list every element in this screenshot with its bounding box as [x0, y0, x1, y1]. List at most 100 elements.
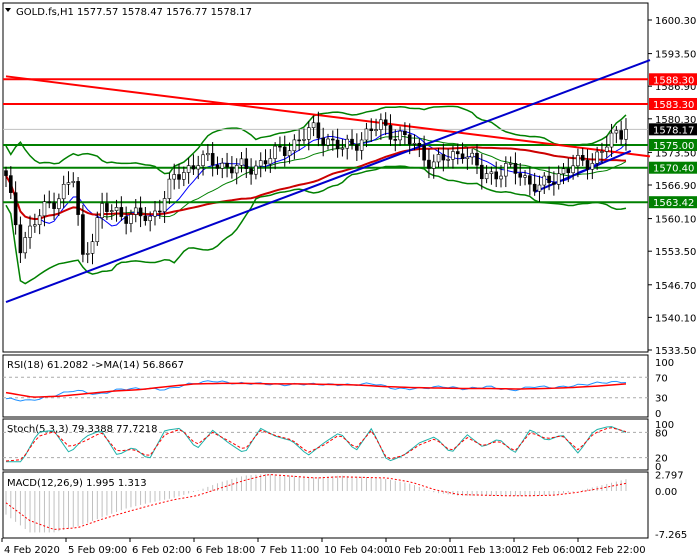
- macd-tick-label: 2.797: [655, 470, 684, 481]
- candle-body: [119, 207, 124, 217]
- candle-body: [9, 175, 13, 193]
- chart-canvas[interactable]: GOLD.fs,H1 1577.57 1578.47 1576.77 1578.…: [0, 0, 700, 560]
- candle-body: [23, 237, 28, 254]
- price-tick-label: 1540.10: [655, 313, 696, 324]
- candle-body: [306, 127, 311, 140]
- candle-body: [167, 178, 172, 199]
- candle-body: [33, 224, 37, 227]
- candle-body: [417, 142, 422, 146]
- candle-body: [263, 160, 268, 165]
- candle-body: [37, 215, 42, 225]
- candle-body: [379, 119, 383, 130]
- candle-body: [182, 172, 186, 180]
- candle-body: [590, 163, 595, 170]
- candle-body: [523, 175, 527, 178]
- candle-body: [340, 147, 345, 150]
- candle-body: [153, 210, 157, 217]
- price-level-label: 1588.30: [653, 75, 694, 86]
- candle-body: [494, 171, 499, 180]
- candle-body: [335, 139, 340, 150]
- candle-body: [210, 153, 215, 166]
- candle-body: [109, 210, 114, 212]
- time-tick-label: 7 Feb 11:00: [260, 545, 319, 556]
- candle-body: [225, 162, 229, 168]
- candle-body: [100, 203, 104, 218]
- candle-body: [52, 202, 56, 209]
- candle-body: [451, 151, 455, 160]
- price-tick-label: 1560.10: [655, 215, 696, 226]
- time-tick-label: 6 Feb 18:00: [196, 545, 255, 556]
- candle-body: [532, 183, 537, 192]
- rsi-title: RSI(18) 61.2082 ->MA(14) 56.8667: [7, 360, 184, 371]
- price-tick-label: 1600.30: [655, 16, 696, 27]
- stoch-tick-label: 80: [655, 428, 668, 439]
- candle-body: [446, 159, 450, 161]
- candle-body: [129, 214, 133, 224]
- trading-chart[interactable]: GOLD.fs,H1 1577.57 1578.47 1576.77 1578.…: [0, 0, 700, 560]
- price-level-label: 1583.30: [653, 100, 694, 111]
- candle-body: [157, 210, 162, 213]
- candle-body: [162, 198, 167, 212]
- candle-body: [388, 125, 393, 140]
- candle-body: [614, 130, 619, 134]
- candle-body: [18, 224, 23, 254]
- candle-body: [326, 138, 330, 146]
- candle-body: [42, 201, 47, 217]
- candle-body: [600, 151, 604, 153]
- candle-body: [316, 122, 321, 139]
- candle-body: [369, 128, 374, 131]
- candle-body: [609, 132, 614, 148]
- candle-body: [580, 155, 585, 161]
- candle-body: [230, 166, 234, 174]
- candle-body: [571, 165, 575, 174]
- macd-tick-label: -7.265: [655, 530, 687, 541]
- time-tick-label: 6 Feb 02:00: [132, 545, 191, 556]
- candle-body: [172, 174, 177, 180]
- time-tick-label: 10 Feb 20:00: [388, 545, 454, 556]
- current-price-label: 1578.17: [653, 125, 694, 136]
- candle-body: [576, 155, 580, 167]
- macd-tick-label: 0.00: [655, 487, 677, 498]
- candle-body: [244, 158, 249, 169]
- candle-body: [47, 201, 52, 204]
- candle-body: [489, 171, 494, 174]
- candle-body: [4, 170, 8, 176]
- candle-body: [273, 145, 277, 159]
- price-level-label: 1570.40: [653, 164, 694, 175]
- bollinger-middle-band: [5, 135, 627, 220]
- candle-body: [57, 198, 61, 209]
- price-level-label: 1563.42: [653, 198, 694, 209]
- candle-body: [398, 130, 402, 141]
- candle-body: [331, 138, 335, 141]
- candle-body: [345, 138, 350, 149]
- candle-body: [547, 175, 551, 183]
- candle-body: [436, 154, 441, 163]
- candle-body: [441, 154, 446, 161]
- candle-body: [239, 158, 244, 166]
- candle-body: [282, 146, 287, 156]
- price-tick-label: 1593.50: [655, 50, 696, 61]
- candle-body: [403, 130, 407, 136]
- candle-body: [254, 165, 258, 175]
- candle-body: [105, 203, 109, 212]
- candle-body: [431, 161, 436, 169]
- candle-body: [311, 122, 316, 128]
- candle-body: [114, 207, 119, 211]
- time-tick-label: 4 Feb 2020: [4, 545, 60, 556]
- candle-body: [374, 129, 378, 131]
- time-tick-label: 10 Feb 04:00: [324, 545, 390, 556]
- candle-body: [455, 151, 460, 155]
- rsi-tick-label: 30: [655, 394, 668, 405]
- candle-body: [196, 165, 201, 170]
- candle-body: [542, 175, 547, 186]
- macd-title: MACD(12,26,9) 1.995 1.313: [7, 478, 147, 489]
- candle-body: [475, 152, 479, 166]
- price-tick-label: 1533.50: [655, 346, 696, 357]
- candle-body: [76, 181, 80, 215]
- candle-body: [13, 192, 18, 226]
- time-tick-label: 11 Feb 13:00: [452, 545, 518, 556]
- price-tick-label: 1553.50: [655, 247, 696, 258]
- candle-body: [556, 173, 561, 185]
- candle-body: [302, 139, 306, 141]
- candle-body: [624, 129, 628, 140]
